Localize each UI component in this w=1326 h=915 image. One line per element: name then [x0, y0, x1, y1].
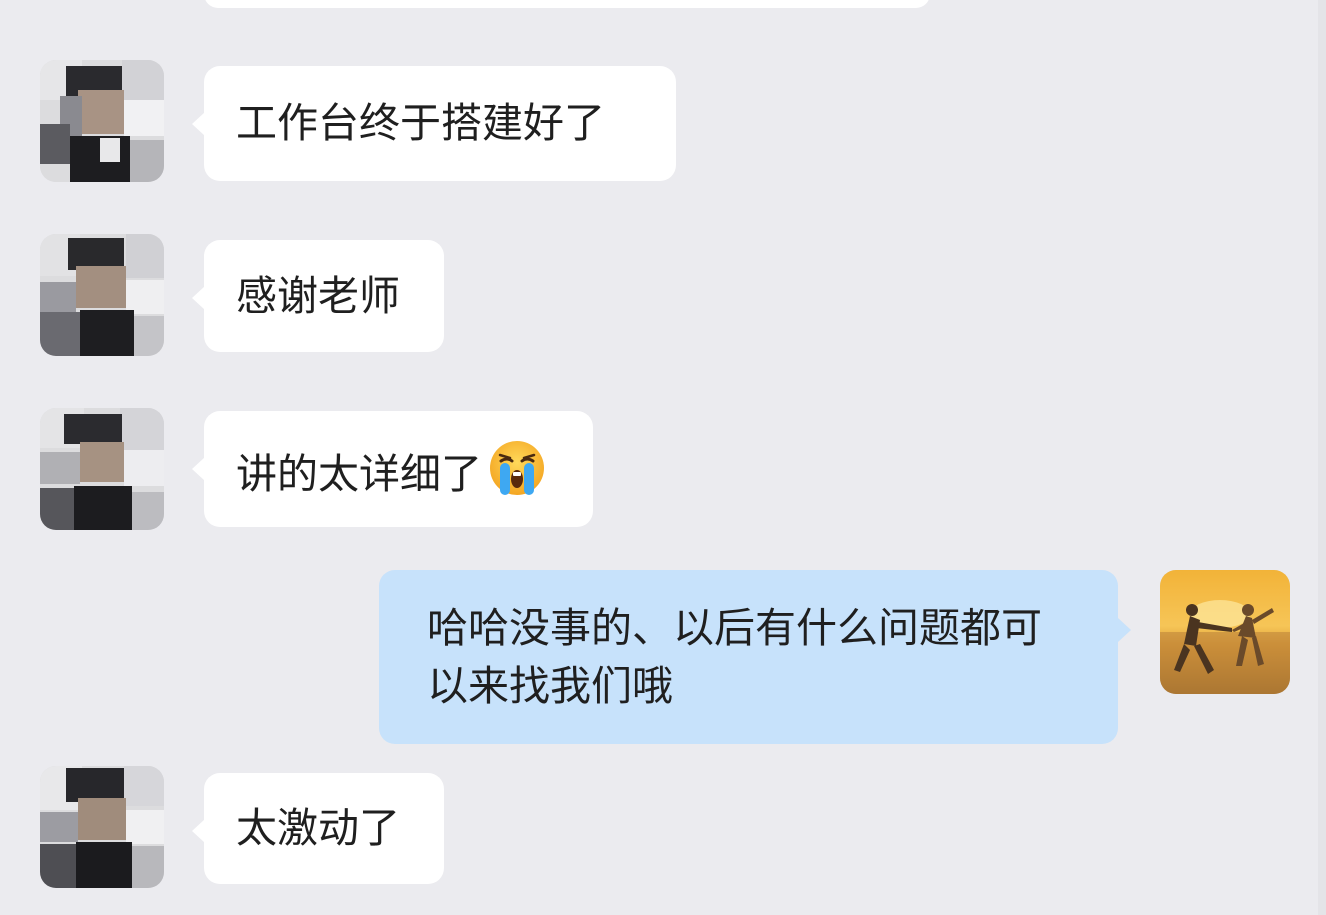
- blurred-avatar-image: [40, 60, 164, 182]
- contact-avatar[interactable]: [40, 408, 164, 530]
- message-bubble[interactable]: 工作台终于搭建好了: [192, 66, 676, 181]
- message-bubble[interactable]: 讲的太详细了: [192, 411, 593, 527]
- message-bubble[interactable]: 感谢老师: [192, 240, 444, 352]
- contact-avatar[interactable]: [40, 234, 164, 356]
- contact-avatar[interactable]: [40, 766, 164, 888]
- contact-avatar[interactable]: [40, 60, 164, 182]
- blurred-avatar-image: [40, 408, 164, 530]
- beach-sunset-avatar-image: [1160, 570, 1290, 694]
- chat-window[interactable]: 工作台终于搭建好了 感谢老师 讲的太详细了 哈哈没事的、以后有什么问题都可以来找…: [0, 0, 1326, 915]
- blurred-avatar-image: [40, 766, 164, 888]
- message-text: 感谢老师: [236, 272, 400, 320]
- previous-message-bubble-partial[interactable]: [204, 0, 930, 8]
- blurred-avatar-image: [40, 234, 164, 356]
- scroll-edge: [1318, 0, 1326, 915]
- message-bubble[interactable]: 太激动了: [192, 773, 444, 884]
- message-bubble-outgoing[interactable]: 哈哈没事的、以后有什么问题都可以来找我们哦: [379, 570, 1131, 744]
- message-text: 哈哈没事的、以后有什么问题都可以来找我们哦: [427, 604, 1042, 710]
- crying-face-icon: [488, 439, 546, 512]
- user-avatar[interactable]: [1160, 570, 1290, 694]
- message-text: 太激动了: [236, 804, 400, 852]
- message-text: 工作台终于搭建好了: [236, 99, 605, 147]
- message-text: 讲的太详细了: [236, 450, 482, 498]
